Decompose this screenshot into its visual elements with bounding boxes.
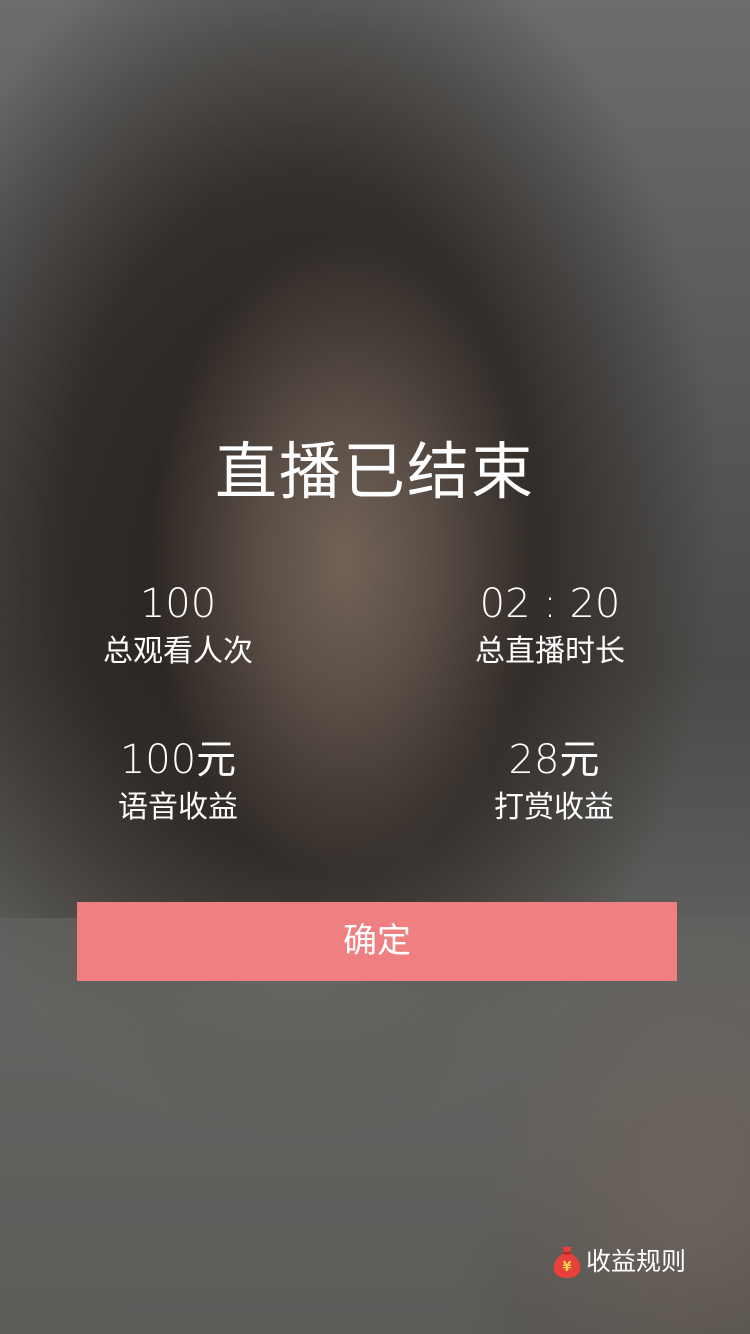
stat-value: 100元: [119, 737, 237, 783]
stat-label: 打赏收益: [494, 790, 614, 825]
stat-tip-income: 28元 打赏收益: [424, 734, 684, 830]
money-bag-glyph: ¥: [562, 1260, 571, 1275]
stat-value: 100: [139, 581, 217, 627]
stat-value: 28元: [508, 737, 600, 783]
stat-total-duration: 02 : 20 总直播时长: [420, 578, 680, 674]
confirm-button[interactable]: 确定: [77, 902, 677, 981]
stat-voice-income: 100元 语音收益: [48, 734, 308, 830]
money-bag-icon: ¥: [553, 1247, 581, 1278]
page-title: 直播已结束: [214, 435, 535, 508]
stat-total-viewers: 100 总观看人次: [48, 578, 308, 674]
stat-label: 语音收益: [118, 790, 238, 825]
stat-label: 总观看人次: [103, 634, 253, 669]
stat-label: 总直播时长: [475, 634, 625, 669]
stat-value: 02 : 20: [479, 581, 621, 627]
income-rules-label: 收益规则: [586, 1247, 687, 1276]
income-rules-link[interactable]: ¥ 收益规则: [552, 1242, 686, 1282]
